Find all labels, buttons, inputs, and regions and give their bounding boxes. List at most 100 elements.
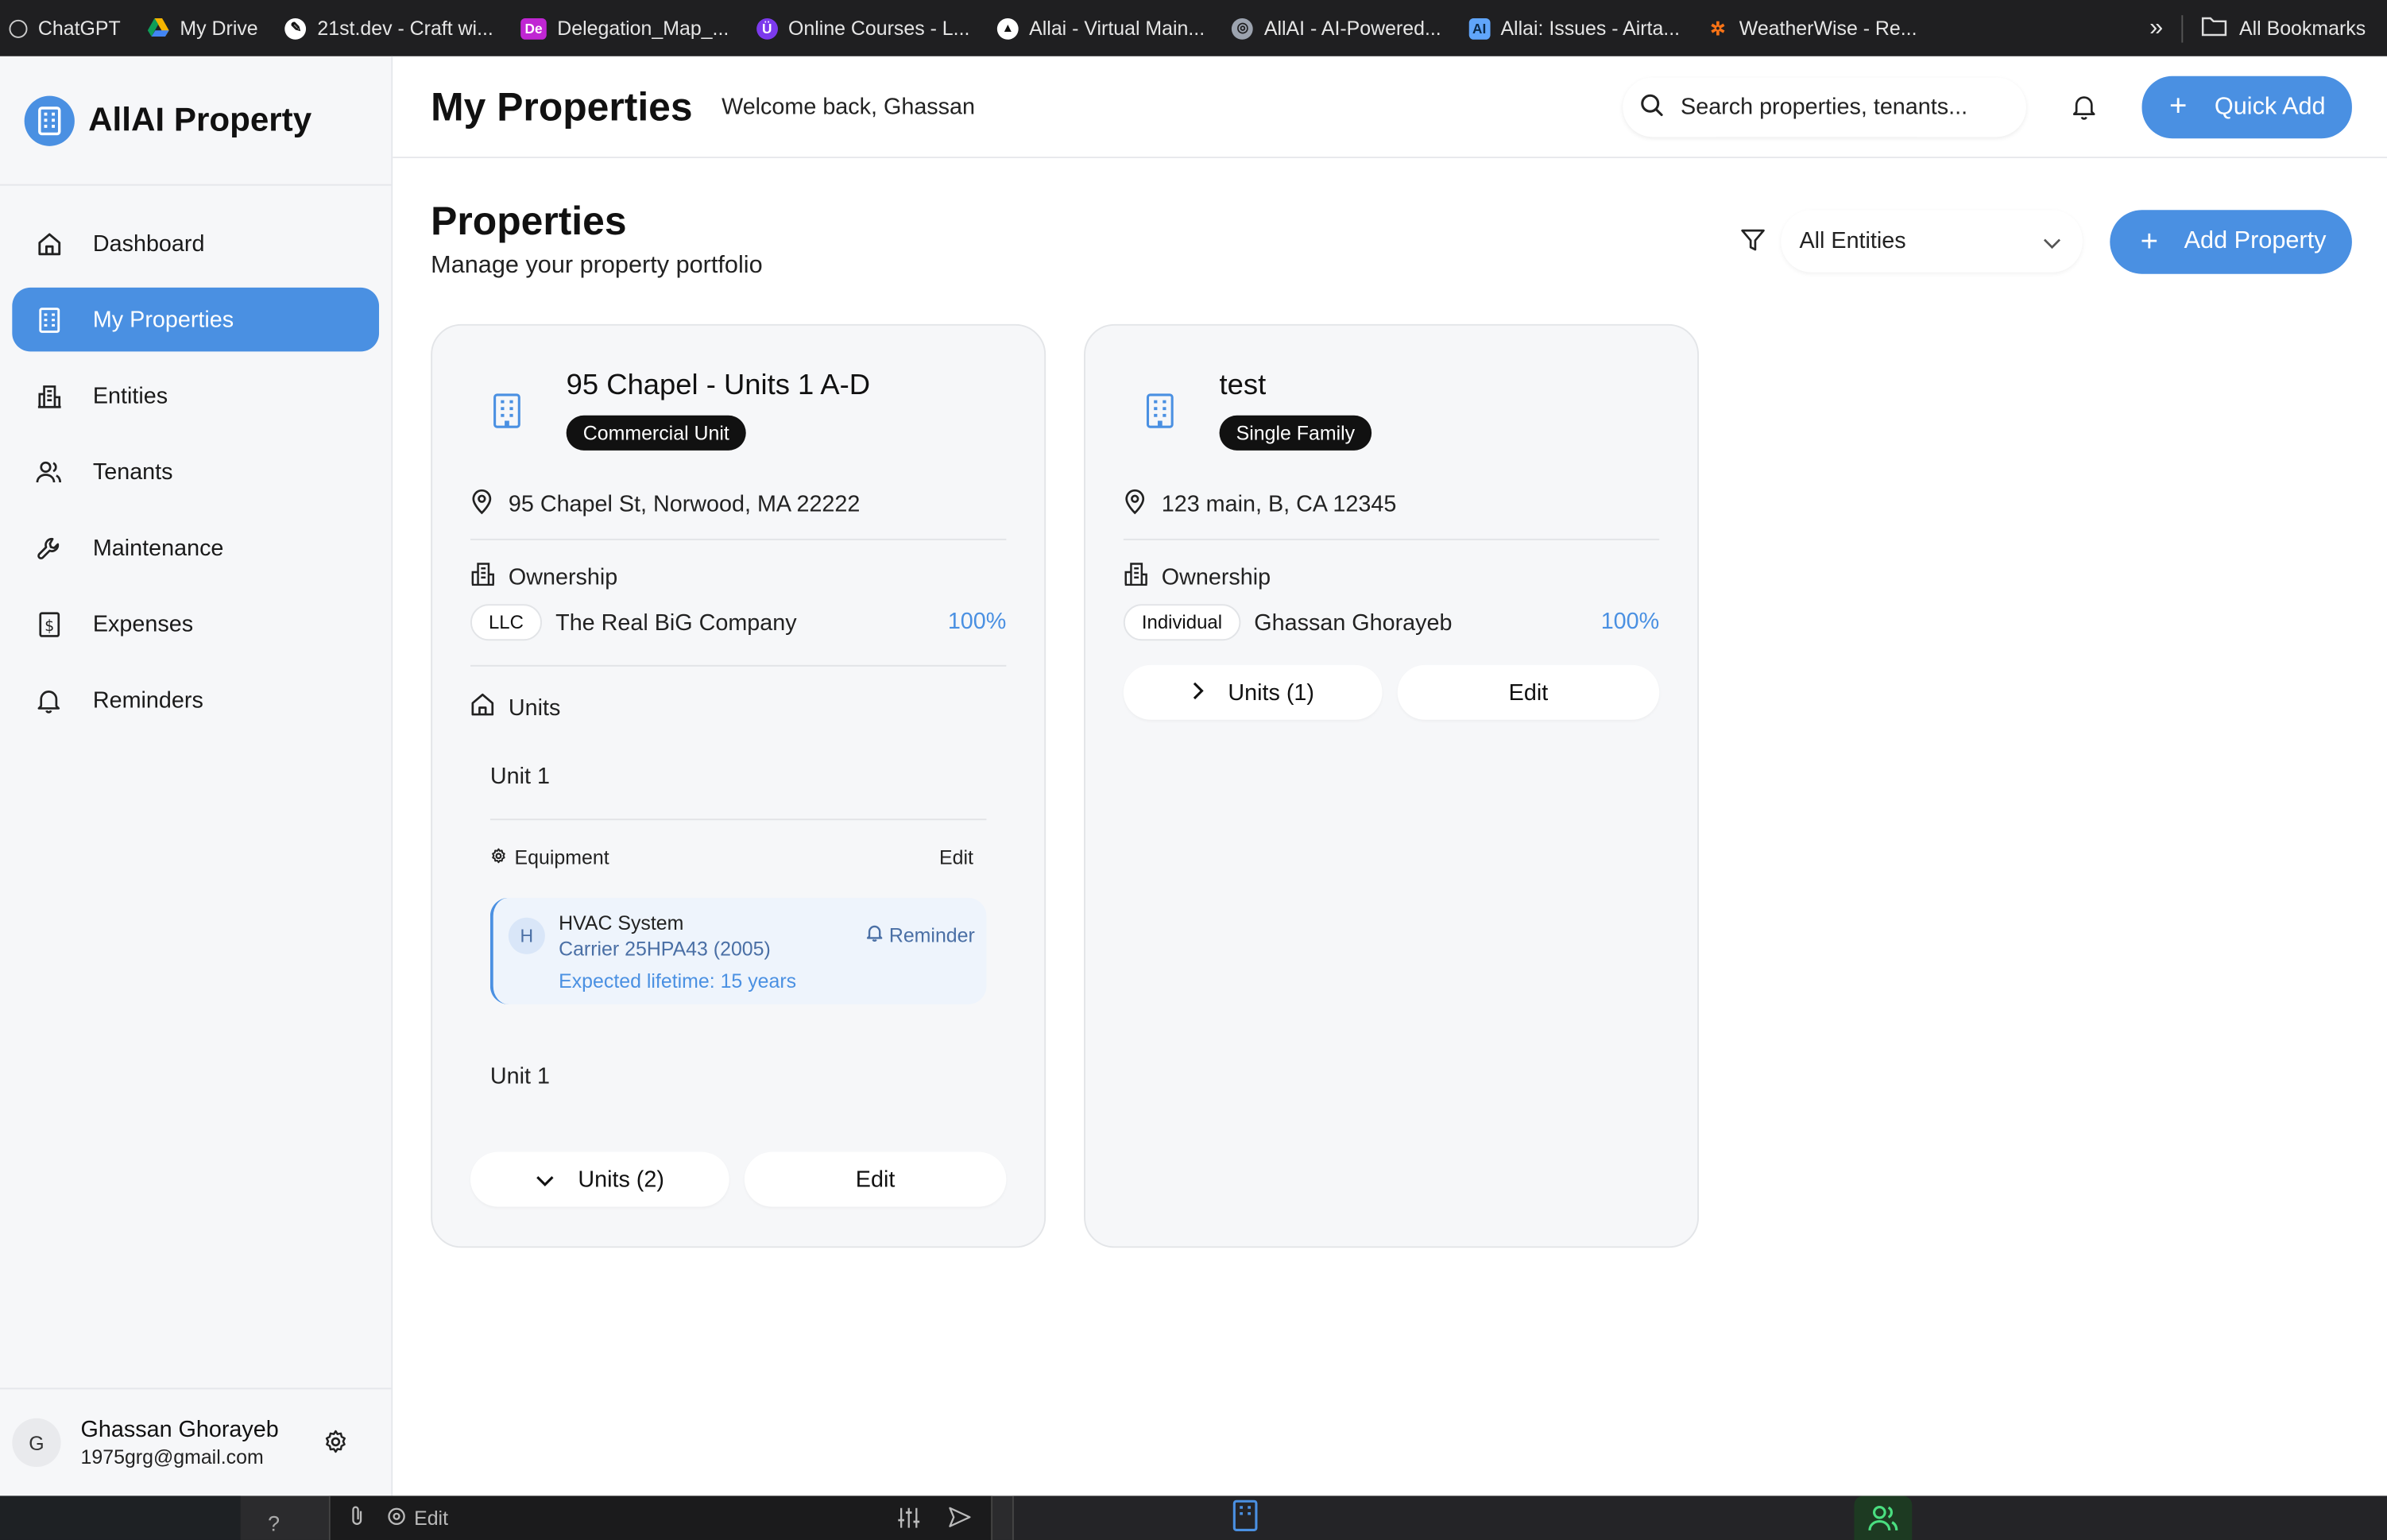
sidebar-item-label: Dashboard — [92, 230, 205, 257]
bookmark-label: Online Courses - L... — [788, 17, 970, 40]
bookmark-21st-dev[interactable]: ✎ 21st.dev - Craft wi... — [285, 17, 493, 40]
folder-icon — [2201, 15, 2227, 41]
ownership-label: Ownership — [1161, 563, 1271, 590]
property-type-badge: Single Family — [1219, 415, 1372, 451]
entities-icon — [1124, 562, 1148, 592]
user-profile[interactable]: G Ghassan Ghorayeb 1975grg@gmail.com — [0, 1387, 392, 1496]
sidebar-item-entities[interactable]: Entities — [12, 364, 379, 428]
sidebar-item-tenants[interactable]: Tenants — [12, 439, 379, 503]
bookmark-weatherwise[interactable]: ✲ WeatherWise - Re... — [1708, 17, 1917, 40]
sidebar-item-maintenance[interactable]: Maintenance — [12, 516, 379, 579]
chevron-down-icon — [536, 1167, 554, 1193]
users-icon — [1854, 1496, 1913, 1540]
reminder-button[interactable]: Reminder — [866, 923, 975, 946]
edit-property-button[interactable]: Edit — [1397, 664, 1660, 720]
entity-filter-select[interactable]: All Entities — [1781, 210, 2083, 273]
map-pin-icon — [470, 489, 493, 520]
home-icon — [35, 230, 62, 257]
paperclip-icon — [349, 1505, 366, 1531]
bell-icon — [35, 687, 62, 714]
page-title: My Properties — [431, 83, 693, 130]
sidebar-item-expenses[interactable]: $ Expenses — [12, 592, 379, 656]
sidebar-item-reminders[interactable]: Reminders — [12, 668, 379, 732]
entities-icon — [35, 382, 62, 409]
airtable-ai-icon: AI — [1468, 17, 1491, 39]
ownership-percent: 100% — [1600, 609, 1660, 635]
bookmark-allai-powered[interactable]: ◎ AllAI - AI-Powered... — [1232, 17, 1441, 40]
background-window-strip: ? Edit — [0, 1496, 2387, 1540]
equipment-heading: Equipment — [490, 846, 609, 869]
quick-add-button[interactable]: + Quick Add — [2141, 75, 2352, 139]
equipment-label: Equipment — [514, 845, 609, 869]
search-input[interactable]: Search properties, tenants... — [1623, 77, 2026, 137]
reminder-label: Reminder — [888, 923, 975, 947]
chevron-right-icon — [1191, 679, 1204, 706]
unit-name[interactable]: Unit 1 — [490, 764, 550, 790]
units-toggle-button[interactable]: Units (2) — [470, 1151, 729, 1207]
bookmark-label: WeatherWise - Re... — [1739, 17, 1917, 40]
help-text: ? — [268, 1511, 280, 1536]
main-content: Properties Manage your property portfoli… — [393, 158, 2387, 1496]
building-logo-icon — [24, 95, 75, 145]
unit-name[interactable]: Unit 1 — [490, 1064, 550, 1090]
home-icon — [470, 692, 495, 722]
building-icon — [35, 306, 62, 333]
bookmark-my-drive[interactable]: My Drive — [148, 17, 258, 40]
equipment-badge: H — [508, 917, 545, 954]
sidebar-nav: Dashboard My Properties Entities Tenants… — [0, 186, 391, 732]
sidebar-item-label: My Properties — [92, 306, 234, 333]
all-bookmarks-button[interactable]: All Bookmarks — [2239, 17, 2366, 40]
bookmarks-bar: ChatGPT My Drive ✎ 21st.dev - Craft wi..… — [0, 0, 2387, 56]
sliders-icon — [896, 1507, 921, 1534]
divider — [1123, 538, 1660, 540]
brand: AllAI Property — [0, 56, 392, 186]
ownership-heading: Ownership — [1124, 562, 1271, 592]
building-icon — [492, 393, 522, 437]
search-icon — [1639, 92, 1664, 122]
add-property-label: Add Property — [2184, 228, 2327, 254]
address-text: 95 Chapel St, Norwood, MA 22222 — [508, 491, 861, 518]
quick-add-label: Quick Add — [2214, 93, 2326, 120]
units-label: Units — [508, 695, 561, 721]
equipment-edit-button[interactable]: Edit — [939, 846, 973, 869]
bookmark-delegation-map[interactable]: De Delegation_Map_... — [520, 17, 729, 40]
bookmarks-overflow-button[interactable]: » — [2149, 14, 2163, 41]
add-property-button[interactable]: + Add Property — [2110, 210, 2352, 274]
bookmarks-right: » All Bookmarks — [2149, 0, 2366, 56]
delegation-map-icon: De — [520, 17, 547, 39]
bookmark-online-courses[interactable]: Ü Online Courses - L... — [756, 17, 970, 40]
bookmark-label: ChatGPT — [37, 17, 121, 40]
address-text: 123 main, B, CA 12345 — [1161, 491, 1397, 518]
units-toggle-label: Units (2) — [578, 1166, 664, 1193]
sidebar-item-dashboard[interactable]: Dashboard — [12, 211, 379, 275]
plus-icon: + — [2169, 89, 2188, 124]
background-chat-input: Edit — [328, 1496, 993, 1540]
bookmark-chatgpt[interactable]: ChatGPT — [9, 17, 121, 40]
equipment-name: HVAC System — [559, 911, 684, 934]
owner-name: Ghassan Ghorayeb — [1254, 609, 1453, 636]
svg-text:$: $ — [44, 616, 53, 634]
sidebar-item-label: Entities — [92, 382, 168, 409]
bookmark-allai-virtual[interactable]: ▲ Allai - Virtual Main... — [996, 17, 1205, 40]
sidebar-item-label: Maintenance — [92, 535, 224, 561]
gear-icon[interactable] — [323, 1429, 349, 1462]
bookmark-allai-issues[interactable]: AI Allai: Issues - Airta... — [1468, 17, 1680, 40]
notifications-bell-icon[interactable] — [2072, 93, 2096, 128]
property-card: test Single Family 123 main, B, CA 12345… — [1084, 323, 1700, 1248]
entities-icon — [470, 562, 495, 592]
21st-dev-icon: ✎ — [285, 17, 307, 39]
equipment-item[interactable]: H HVAC System Carrier 25HPA43 (2005) Exp… — [489, 897, 987, 1004]
bookmarks-separator — [2181, 14, 2184, 42]
owner-type-badge: Individual — [1123, 604, 1241, 641]
divider — [470, 664, 1007, 667]
chatgpt-icon — [9, 18, 28, 37]
map-pin-icon — [1124, 489, 1147, 520]
bookmark-label: 21st.dev - Craft wi... — [317, 17, 493, 40]
edit-property-button[interactable]: Edit — [744, 1151, 1007, 1207]
sidebar-item-my-properties[interactable]: My Properties — [12, 287, 380, 352]
google-drive-icon — [148, 17, 170, 39]
sidebar: AllAI Property Dashboard My Properties E… — [0, 56, 393, 1496]
units-toggle-button[interactable]: Units (1) — [1123, 664, 1383, 720]
equipment-model: Carrier 25HPA43 (2005) — [559, 937, 771, 961]
section-subtitle: Manage your property portfolio — [431, 252, 763, 279]
